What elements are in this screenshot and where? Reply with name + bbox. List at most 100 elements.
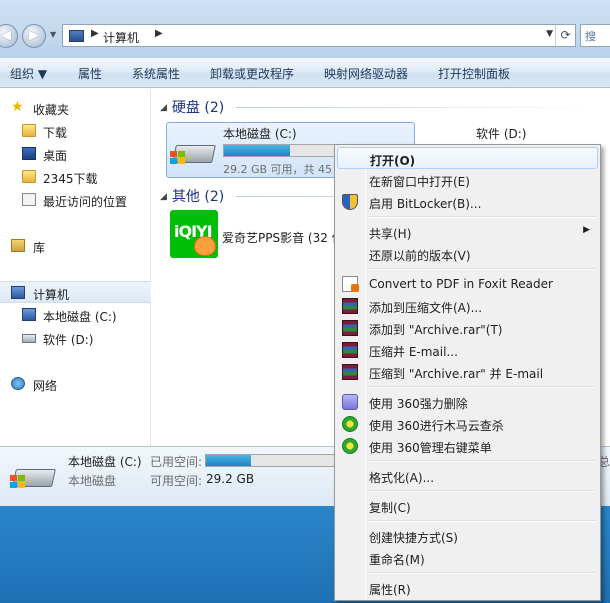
menu-item-open-new-window[interactable]: 在新窗口中打开(E) bbox=[337, 169, 598, 191]
map-network-drive-button[interactable]: 映射网络驱动器 bbox=[324, 65, 408, 82]
forward-button[interactable]: ▶ bbox=[22, 24, 46, 48]
menu-label: 复制(C) bbox=[369, 501, 411, 515]
drive-c-capacity-fill bbox=[224, 145, 290, 156]
menu-label: 重命名(M) bbox=[369, 553, 425, 567]
menu-item-foxit-pdf[interactable]: Convert to PDF in Foxit Reader bbox=[337, 273, 598, 295]
details-drive-type: 本地磁盘 bbox=[68, 474, 117, 488]
group-header-hard-disks[interactable]: ◢ 硬盘 (2) bbox=[160, 97, 224, 117]
address-field[interactable]: ▶ 计算机 ▶ ▼ ⟳ bbox=[62, 24, 576, 47]
menu-label: 启用 BitLocker(B)... bbox=[369, 197, 482, 211]
winrar-icon bbox=[342, 320, 358, 336]
menu-label: 压缩到 "Archive.rar" 并 E-mail bbox=[369, 367, 544, 381]
back-arrow-icon: ◀ bbox=[1, 28, 11, 43]
details-drive-name: 本地磁盘 (C:) bbox=[68, 455, 142, 469]
menu-label: 共享(H) bbox=[369, 227, 412, 241]
menu-separator bbox=[367, 268, 596, 270]
recent-pages-dropdown-icon[interactable]: ▼ bbox=[50, 30, 56, 39]
nav-computer[interactable]: 计算机 bbox=[0, 281, 151, 303]
360-security-icon bbox=[342, 438, 358, 454]
nav-downloads[interactable]: 下载 bbox=[0, 120, 151, 142]
nav-software-d[interactable]: 软件 (D:) bbox=[0, 327, 151, 349]
nav-label: 计算机 bbox=[33, 288, 70, 302]
address-dropdown-icon[interactable]: ▼ bbox=[546, 29, 553, 39]
menu-item-create-shortcut[interactable]: 创建快捷方式(S) bbox=[337, 525, 598, 547]
menu-item-open[interactable]: 打开(O) bbox=[337, 147, 598, 169]
mascot-icon bbox=[194, 236, 216, 256]
menu-label: 添加到压缩文件(A)... bbox=[369, 301, 483, 315]
command-toolbar: 组织 ▼ 属性 系统属性 卸载或更改程序 映射网络驱动器 打开控制面板 bbox=[0, 58, 610, 88]
collapse-triangle-icon[interactable]: ◢ bbox=[160, 103, 167, 113]
desktop-icon bbox=[22, 147, 36, 160]
menu-item-add-rar[interactable]: 添加到 "Archive.rar"(T) bbox=[337, 317, 598, 339]
drive-c-icon bbox=[22, 308, 36, 321]
menu-item-restore-versions[interactable]: 还原以前的版本(V) bbox=[337, 243, 598, 265]
menu-label: 属性(R) bbox=[369, 583, 411, 597]
menu-label: 格式化(A)... bbox=[369, 471, 435, 485]
refresh-icon[interactable]: ⟳ bbox=[555, 25, 575, 46]
nav-label: 网络 bbox=[33, 379, 58, 393]
menu-separator bbox=[367, 520, 596, 522]
nav-desktop[interactable]: 桌面 bbox=[0, 143, 151, 165]
organize-button[interactable]: 组织 ▼ bbox=[10, 65, 47, 82]
drive-c-name: 本地磁盘 (C:) bbox=[223, 127, 297, 141]
group-header-other[interactable]: ◢ 其他 (2) bbox=[160, 186, 224, 206]
menu-item-360-delete[interactable]: 使用 360强力删除 bbox=[337, 391, 598, 413]
menu-item-360-manage[interactable]: 使用 360管理右键菜单 bbox=[337, 435, 598, 457]
group-divider bbox=[236, 107, 596, 108]
menu-item-properties[interactable]: 属性(R) bbox=[337, 577, 598, 599]
breadcrumb-chevron-icon[interactable]: ▶ bbox=[155, 28, 163, 39]
menu-item-compress-email[interactable]: 压缩并 E-mail... bbox=[337, 339, 598, 361]
nav-favorites[interactable]: ★ 收藏夹 bbox=[0, 97, 151, 119]
menu-item-rename[interactable]: 重命名(M) bbox=[337, 547, 598, 569]
folder-icon bbox=[22, 124, 36, 137]
uninstall-program-button[interactable]: 卸载或更改程序 bbox=[210, 65, 294, 82]
iqiyi-app-name[interactable]: 爱奇艺PPS影音 (32 位) bbox=[222, 229, 348, 246]
menu-item-add-archive[interactable]: 添加到压缩文件(A)... bbox=[337, 295, 598, 317]
nav-2345-downloads[interactable]: 2345下载 bbox=[0, 166, 151, 188]
360-security-icon bbox=[342, 416, 358, 432]
menu-item-compress-rar-email[interactable]: 压缩到 "Archive.rar" 并 E-mail bbox=[337, 361, 598, 383]
nav-label: 本地磁盘 (C:) bbox=[43, 310, 117, 324]
menu-item-format[interactable]: 格式化(A)... bbox=[337, 465, 598, 487]
computer-icon bbox=[69, 30, 84, 42]
collapse-triangle-icon[interactable]: ◢ bbox=[160, 192, 167, 202]
menu-separator bbox=[367, 386, 596, 388]
search-input[interactable]: 搜 bbox=[580, 24, 610, 47]
system-properties-button[interactable]: 系统属性 bbox=[132, 65, 180, 82]
navigation-pane: ★ 收藏夹 下载 桌面 2345下载 最近访问的位置 库 计算机 本地磁盘 (C… bbox=[0, 89, 151, 446]
menu-item-bitlocker[interactable]: 启用 BitLocker(B)... bbox=[337, 191, 598, 213]
menu-label: 压缩并 E-mail... bbox=[369, 345, 458, 359]
nav-label: 下载 bbox=[43, 126, 68, 140]
nav-local-disk-c[interactable]: 本地磁盘 (C:) bbox=[0, 304, 151, 326]
menu-item-copy[interactable]: 复制(C) bbox=[337, 495, 598, 517]
nav-label: 桌面 bbox=[43, 149, 68, 163]
open-control-panel-button[interactable]: 打开控制面板 bbox=[438, 65, 510, 82]
properties-button[interactable]: 属性 bbox=[78, 65, 102, 82]
menu-label: 添加到 "Archive.rar"(T) bbox=[369, 323, 503, 337]
network-icon bbox=[11, 377, 25, 390]
nav-recent-places[interactable]: 最近访问的位置 bbox=[0, 189, 151, 211]
search-icon: 搜 bbox=[585, 30, 596, 43]
details-capacity-fill bbox=[206, 455, 251, 466]
nav-label: 库 bbox=[33, 241, 46, 255]
breadcrumb-chevron-icon[interactable]: ▶ bbox=[91, 28, 99, 39]
nav-label: 最近访问的位置 bbox=[43, 195, 128, 209]
winrar-icon bbox=[342, 364, 358, 380]
details-capacity-bar bbox=[205, 454, 335, 467]
breadcrumb-computer[interactable]: 计算机 bbox=[103, 29, 139, 46]
iqiyi-app-icon[interactable]: iQIYI bbox=[170, 210, 218, 258]
menu-item-share[interactable]: 共享(H) ▶ bbox=[337, 221, 598, 243]
address-bar-strip: ◀ ▶ ▼ ▶ 计算机 ▶ ▼ ⟳ 搜 bbox=[0, 0, 610, 58]
context-menu: 打开(O) 在新窗口中打开(E) 启用 BitLocker(B)... 共享(H… bbox=[334, 144, 601, 601]
star-icon: ★ bbox=[11, 99, 24, 115]
group-title: 硬盘 (2) bbox=[171, 100, 225, 116]
menu-label: 在新窗口中打开(E) bbox=[369, 175, 470, 189]
nav-libraries[interactable]: 库 bbox=[0, 235, 151, 257]
back-button[interactable]: ◀ bbox=[0, 24, 18, 48]
menu-label: 打开(O) bbox=[370, 154, 416, 168]
details-free-value: 29.2 GB bbox=[206, 472, 255, 486]
menu-item-360-scan[interactable]: 使用 360进行木马云查杀 bbox=[337, 413, 598, 435]
drive-d-name[interactable]: 软件 (D:) bbox=[476, 125, 526, 142]
submenu-arrow-icon: ▶ bbox=[583, 225, 590, 235]
nav-network[interactable]: 网络 bbox=[0, 373, 151, 395]
